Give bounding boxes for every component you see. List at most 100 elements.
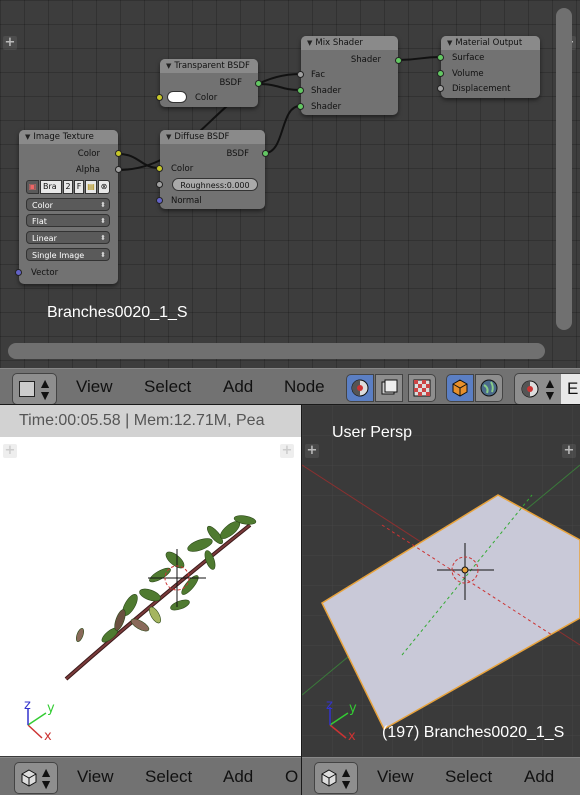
region-plus-icon[interactable]: +	[3, 36, 17, 50]
output-bsdf-socket[interactable]	[255, 80, 262, 87]
material-browse-button[interactable]: ▲ ▼ E	[514, 373, 580, 405]
chevron-updown-icon: ▲ ▼	[339, 764, 353, 792]
axis-y-label: y	[47, 701, 55, 716]
shader-nodes-toggle[interactable]	[346, 374, 374, 402]
unlink-image-icon[interactable]: ⊗	[98, 180, 110, 194]
texture-icon	[381, 379, 398, 395]
collapse-triangle-icon[interactable]: ▼	[447, 39, 452, 47]
collapse-triangle-icon[interactable]: ▼	[166, 62, 171, 70]
menu-add[interactable]: Add	[524, 767, 554, 787]
input-roughness-socket[interactable]	[156, 181, 163, 188]
input-normal-label: Normal	[171, 196, 202, 206]
menu-node[interactable]: Node	[284, 377, 325, 397]
node-image-texture[interactable]: ▼ Image Texture Color Alpha ▣ Bra 2 F ▤ ⊗…	[15, 130, 122, 284]
input-color-socket[interactable]	[156, 165, 163, 172]
node-title: Diffuse BSDF	[174, 132, 230, 142]
output-shader-socket[interactable]	[395, 57, 402, 64]
node-title: Image Texture	[33, 132, 94, 142]
input-color-socket[interactable]	[156, 94, 163, 101]
node-header[interactable]: ▼ Mix Shader	[301, 36, 398, 50]
node-title: Mix Shader	[315, 38, 363, 48]
input-normal-socket[interactable]	[156, 197, 163, 204]
input-fac-socket[interactable]	[297, 71, 304, 78]
input-color-label: Color	[171, 164, 194, 174]
texture-nodes-toggle[interactable]	[408, 374, 436, 402]
region-plus-icon-right[interactable]: +	[562, 444, 576, 458]
node-transparent-bsdf[interactable]: ▼ Transparent BSDF BSDF Color	[156, 59, 262, 107]
node-title: Material Output	[455, 38, 523, 48]
source-dropdown[interactable]: Single Image	[26, 248, 110, 261]
editor-type-button[interactable]: ▲ ▼	[12, 373, 57, 405]
image-selector[interactable]: ▣ Bra 2 F ▤ ⊗	[26, 180, 110, 194]
input-color-label: Color	[195, 93, 218, 103]
open-image-icon[interactable]: ▤	[85, 180, 97, 194]
input-displacement-label: Displacement	[452, 84, 511, 94]
collapse-triangle-icon[interactable]: ▼	[25, 133, 30, 141]
color-swatch[interactable]	[167, 91, 187, 103]
menu-view[interactable]: View	[377, 767, 414, 787]
link-transparent-to-mix	[257, 83, 301, 91]
output-bsdf-label: BSDF	[219, 78, 242, 88]
output-bsdf-socket[interactable]	[262, 150, 269, 157]
link-color-to-diffuse	[117, 153, 161, 169]
branch-render	[27, 515, 257, 739]
node-header[interactable]: ▼ Material Output	[441, 36, 540, 50]
3d-viewport[interactable]: User Persp + + x y z (197) Branches0020_…	[302, 405, 580, 756]
menu-add[interactable]: Add	[223, 377, 253, 397]
output-alpha-socket[interactable]	[115, 166, 122, 173]
output-alpha-label: Alpha	[75, 165, 100, 175]
node-title: Transparent BSDF	[174, 61, 250, 71]
region-plus-icon[interactable]: +	[305, 444, 319, 458]
material-name-field[interactable]: E	[561, 374, 580, 404]
roughness-slider[interactable]: Roughness:0.000	[172, 178, 258, 191]
menu-object[interactable]: O	[285, 767, 298, 787]
input-surface-socket[interactable]	[437, 54, 444, 61]
editor-type-button[interactable]: ▲ ▼	[14, 762, 58, 794]
collapse-triangle-icon[interactable]: ▼	[307, 39, 312, 47]
viewport-header: ▲ ▼ View Select Add	[302, 757, 580, 795]
node-header[interactable]: ▼ Image Texture	[19, 130, 118, 144]
node-editor-header: ▲ ▼ View Select Add Node ▲ ▼ E	[0, 368, 580, 405]
menu-select[interactable]: Select	[445, 767, 492, 787]
color-space-dropdown[interactable]: Color	[26, 198, 110, 211]
axis-x-label: x	[44, 729, 52, 744]
node-header[interactable]: ▼ Diffuse BSDF	[160, 130, 265, 144]
world-shader-toggle[interactable]	[475, 374, 503, 402]
node-mix-shader[interactable]: ▼ Mix Shader Shader Fac Shader Shader	[297, 36, 402, 115]
input-shader2-socket[interactable]	[297, 103, 304, 110]
editor-type-icon	[321, 769, 337, 787]
node-header[interactable]: ▼ Transparent BSDF	[160, 59, 258, 73]
editor-type-icon	[21, 769, 37, 787]
vertical-scrollbar[interactable]	[556, 8, 572, 330]
material-name-label: Branches0020_1_S	[47, 304, 188, 321]
node-editor-area[interactable]: + + ▼Transparent BSDF BSDF Color ▼Mix Sh…	[0, 0, 580, 368]
input-vector-socket[interactable]	[15, 269, 22, 276]
node-diffuse-bsdf[interactable]: ▼ Diffuse BSDF BSDF Color Roughness:0.000…	[156, 130, 269, 209]
image-browse-icon[interactable]: ▣	[26, 180, 39, 194]
cube-icon	[452, 379, 468, 397]
input-displacement-socket[interactable]	[437, 85, 444, 92]
solid-material-icon	[351, 379, 369, 397]
interpolation-dropdown[interactable]: Linear	[26, 231, 110, 244]
menu-view[interactable]: View	[76, 377, 113, 397]
output-color-socket[interactable]	[115, 150, 122, 157]
horizontal-scrollbar[interactable]	[8, 343, 545, 359]
menu-add[interactable]: Add	[223, 767, 253, 787]
editor-type-button[interactable]: ▲ ▼	[314, 762, 358, 794]
render-viewer[interactable]: Time:00:05.58 | Mem:12.71M, Pea + + x y …	[0, 405, 301, 756]
node-material-output[interactable]: ▼ Material Output Surface Volume Displace…	[437, 36, 540, 98]
menu-select[interactable]: Select	[144, 377, 191, 397]
input-volume-socket[interactable]	[437, 70, 444, 77]
projection-dropdown[interactable]: Flat	[26, 214, 110, 227]
fake-user-toggle[interactable]: F	[74, 180, 84, 194]
collapse-triangle-icon[interactable]: ▼	[166, 133, 171, 141]
axis-y-label: y	[349, 701, 357, 716]
menu-view[interactable]: View	[77, 767, 114, 787]
input-shader1-socket[interactable]	[297, 87, 304, 94]
image-name-field[interactable]: Bra	[40, 180, 62, 194]
object-shader-toggle[interactable]	[446, 374, 474, 402]
input-surface-label: Surface	[452, 53, 485, 63]
compositing-nodes-toggle[interactable]	[375, 374, 403, 402]
image-users-count[interactable]: 2	[63, 180, 73, 194]
menu-select[interactable]: Select	[145, 767, 192, 787]
